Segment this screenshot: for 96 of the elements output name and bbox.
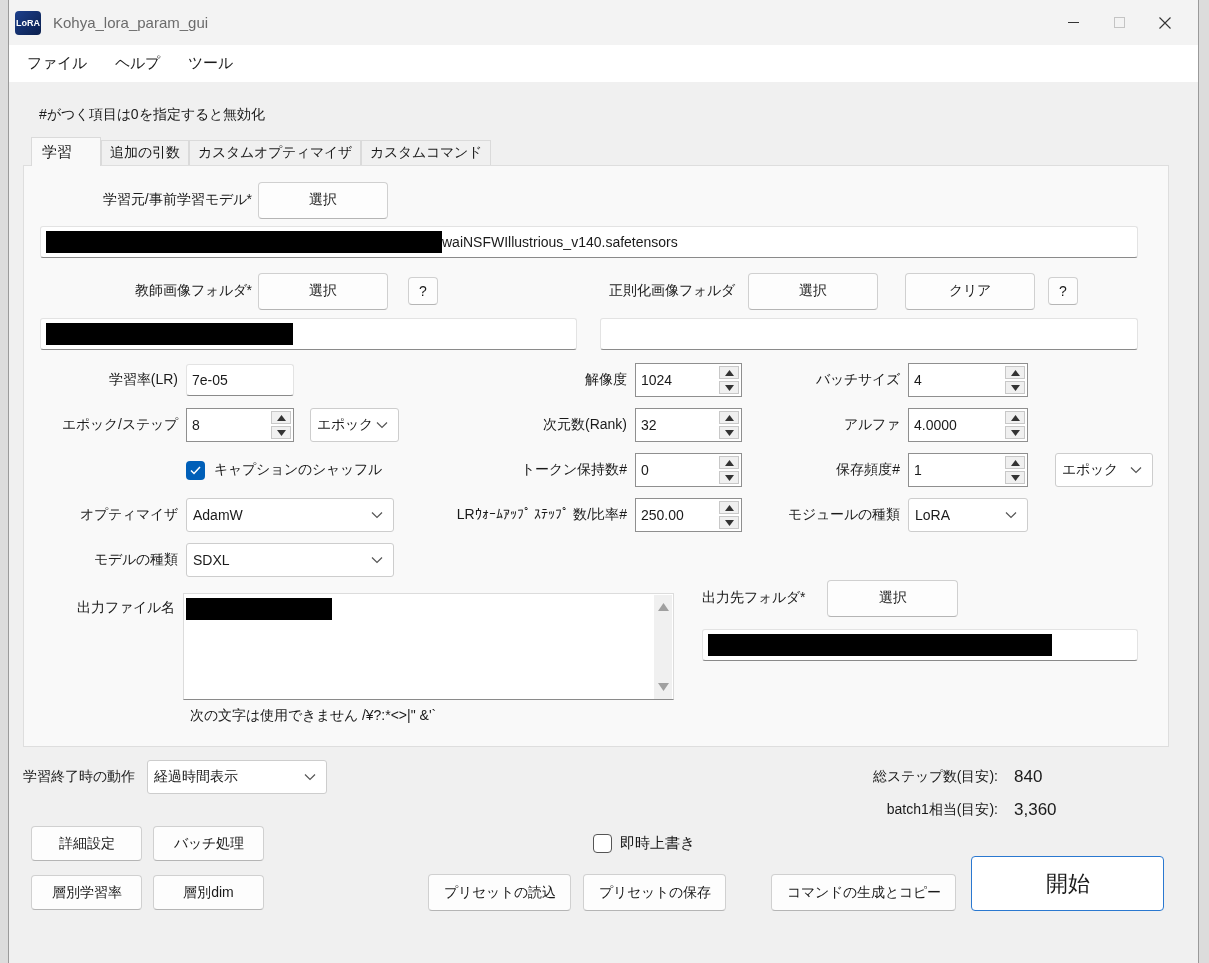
dropdown[interactable]: エポック (1055, 453, 1153, 487)
clear-button[interactable]: クリア (905, 272, 1035, 310)
field-label: 出力ファイル名 (76, 598, 175, 617)
checkbox[interactable] (186, 460, 205, 480)
field-label: バッチサイズ (815, 371, 900, 389)
down-arrow-icon[interactable] (1010, 474, 1020, 481)
estimate-label: 総ステップ数(目安): (871, 767, 998, 786)
dropdown[interactable]: 経過時間表示 (147, 759, 327, 794)
field-label: 正則化画像フォルダ (609, 282, 735, 300)
field-label: 教師画像フォルダ* (133, 282, 252, 300)
down-arrow-icon[interactable] (276, 429, 286, 436)
up-arrow-icon[interactable] (276, 414, 286, 421)
field-label: 学習終了時の動作 (23, 767, 135, 786)
field-label: 次元数(Rank) (542, 416, 627, 434)
down-arrow-icon[interactable] (724, 474, 734, 481)
help-button[interactable]: ? (1048, 277, 1078, 305)
select-button[interactable]: 選択 (258, 181, 388, 219)
up-arrow-icon[interactable] (724, 459, 734, 466)
field-label: 学習元/事前学習モデル* (101, 191, 252, 209)
select-button[interactable]: 選択 (258, 272, 388, 310)
close-icon[interactable] (1159, 16, 1171, 29)
down-arrow-icon[interactable] (724, 429, 734, 436)
select-button[interactable]: 選択 (827, 579, 959, 617)
tab[interactable]: カスタムオプティマイザ (189, 140, 361, 165)
field-label: 学習率(LR) (107, 371, 178, 389)
chevron-down-icon (304, 772, 316, 781)
estimate-value: 3,360 (1014, 799, 1058, 820)
preset-button[interactable]: プリセットの保存 (583, 874, 726, 911)
down-arrow-icon[interactable] (1010, 384, 1020, 391)
field-label: オプティマイザ (79, 506, 178, 524)
field-label: LRｳｫｰﾑｱｯﾌﾟ ｽﾃｯﾌﾟ 数/比率# (455, 506, 627, 524)
menu-item[interactable]: ヘルプ (115, 52, 160, 75)
field-label: 解像度 (584, 371, 627, 389)
dropdown[interactable]: エポック (310, 408, 399, 442)
chevron-down-icon (376, 421, 388, 429)
action-button[interactable]: バッチ処理 (153, 826, 264, 861)
window-title: Kohya_lora_param_gui (53, 14, 210, 31)
field-label: 保存頻度# (835, 461, 900, 479)
chevron-down-icon (1130, 466, 1142, 474)
spin-box[interactable]: 4.0000 (908, 408, 1028, 442)
spin-box[interactable]: 1 (908, 453, 1028, 487)
app-logo: LoRA (15, 10, 41, 35)
select-button[interactable]: 選択 (748, 272, 878, 310)
start-button[interactable]: 開始 (971, 856, 1164, 911)
menu-item[interactable]: ツール (188, 52, 233, 75)
up-arrow-icon[interactable] (1010, 369, 1020, 376)
notice-text: #がつく項目は0を指定すると無効化 (39, 106, 265, 122)
estimate-value: 840 (1014, 766, 1044, 787)
tab[interactable]: 追加の引数 (101, 140, 189, 165)
up-arrow-icon[interactable] (1010, 414, 1020, 421)
action-button[interactable]: 層別dim (153, 875, 264, 910)
dropdown[interactable]: AdamW (186, 498, 394, 532)
path-field[interactable] (40, 318, 577, 350)
up-arrow-icon[interactable] (724, 369, 734, 376)
field-label: モデルの種類 (93, 551, 178, 569)
path-field[interactable]: waiNSFWIllustrious_v140.safetensors (40, 226, 1138, 258)
chevron-down-icon (371, 511, 383, 519)
spin-box[interactable]: 0 (635, 453, 742, 487)
path-field[interactable] (702, 629, 1138, 661)
text-field[interactable]: 7e-05 (186, 364, 294, 396)
checkbox[interactable] (593, 834, 612, 853)
field-label: トークン保持数# (520, 461, 627, 479)
tab[interactable]: カスタムコマンド (361, 140, 491, 165)
command-button[interactable]: コマンドの生成とコピー (771, 874, 956, 911)
chevron-down-icon (371, 556, 383, 564)
field-label: エポック/ステップ (61, 416, 178, 434)
field-label: 出力先フォルダ* (702, 589, 806, 607)
dropdown[interactable]: LoRA (908, 498, 1028, 532)
estimate-label: batch1相当(目安): (885, 800, 998, 819)
field-label: モジュールの種類 (787, 506, 900, 524)
spin-box[interactable]: 4 (908, 363, 1028, 397)
down-arrow-icon[interactable] (1010, 429, 1020, 436)
action-button[interactable]: 詳細設定 (31, 826, 142, 861)
field-label: アルファ (843, 416, 900, 434)
spin-box[interactable]: 1024 (635, 363, 742, 397)
up-arrow-icon[interactable] (1010, 459, 1020, 466)
spin-box[interactable]: 8 (186, 408, 294, 442)
checkbox-label: 即時上書き (620, 834, 695, 853)
hint-text: 次の文字は使用できません /¥?:*<>|" &'` (190, 707, 437, 723)
dropdown[interactable]: SDXL (186, 543, 394, 577)
chevron-down-icon (1005, 511, 1017, 519)
preset-button[interactable]: プリセットの読込 (428, 874, 571, 911)
checkbox-label: キャプションのシャッフル (214, 461, 382, 479)
spin-box[interactable]: 32 (635, 408, 742, 442)
down-arrow-icon[interactable] (724, 519, 734, 526)
action-button[interactable]: 層別学習率 (31, 875, 142, 910)
up-arrow-icon[interactable] (724, 504, 734, 511)
filename-textarea[interactable] (183, 593, 674, 700)
tab[interactable]: 学習 (31, 137, 101, 166)
menu-item[interactable]: ファイル (27, 52, 87, 75)
spin-box[interactable]: 250.00 (635, 498, 742, 532)
minimize-icon[interactable] (1067, 22, 1079, 23)
up-arrow-icon[interactable] (724, 414, 734, 421)
path-field[interactable] (600, 318, 1138, 350)
down-arrow-icon[interactable] (724, 384, 734, 391)
help-button[interactable]: ? (408, 277, 438, 305)
